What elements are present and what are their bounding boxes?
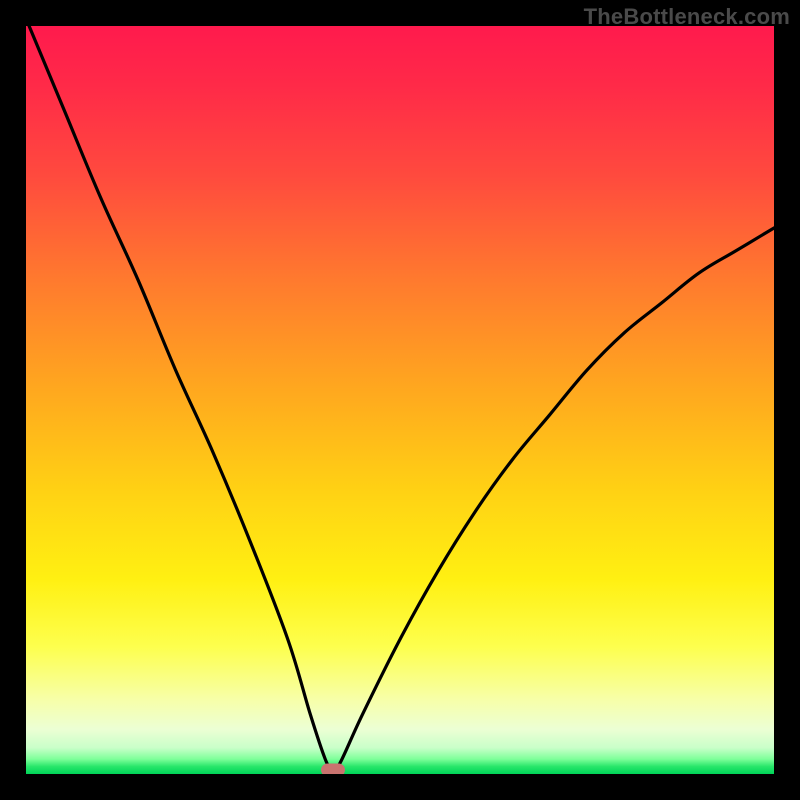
bottleneck-curve	[26, 26, 774, 774]
optimum-marker	[321, 764, 345, 774]
plot-area	[26, 26, 774, 774]
watermark-text: TheBottleneck.com	[584, 4, 790, 30]
chart-frame: TheBottleneck.com	[0, 0, 800, 800]
